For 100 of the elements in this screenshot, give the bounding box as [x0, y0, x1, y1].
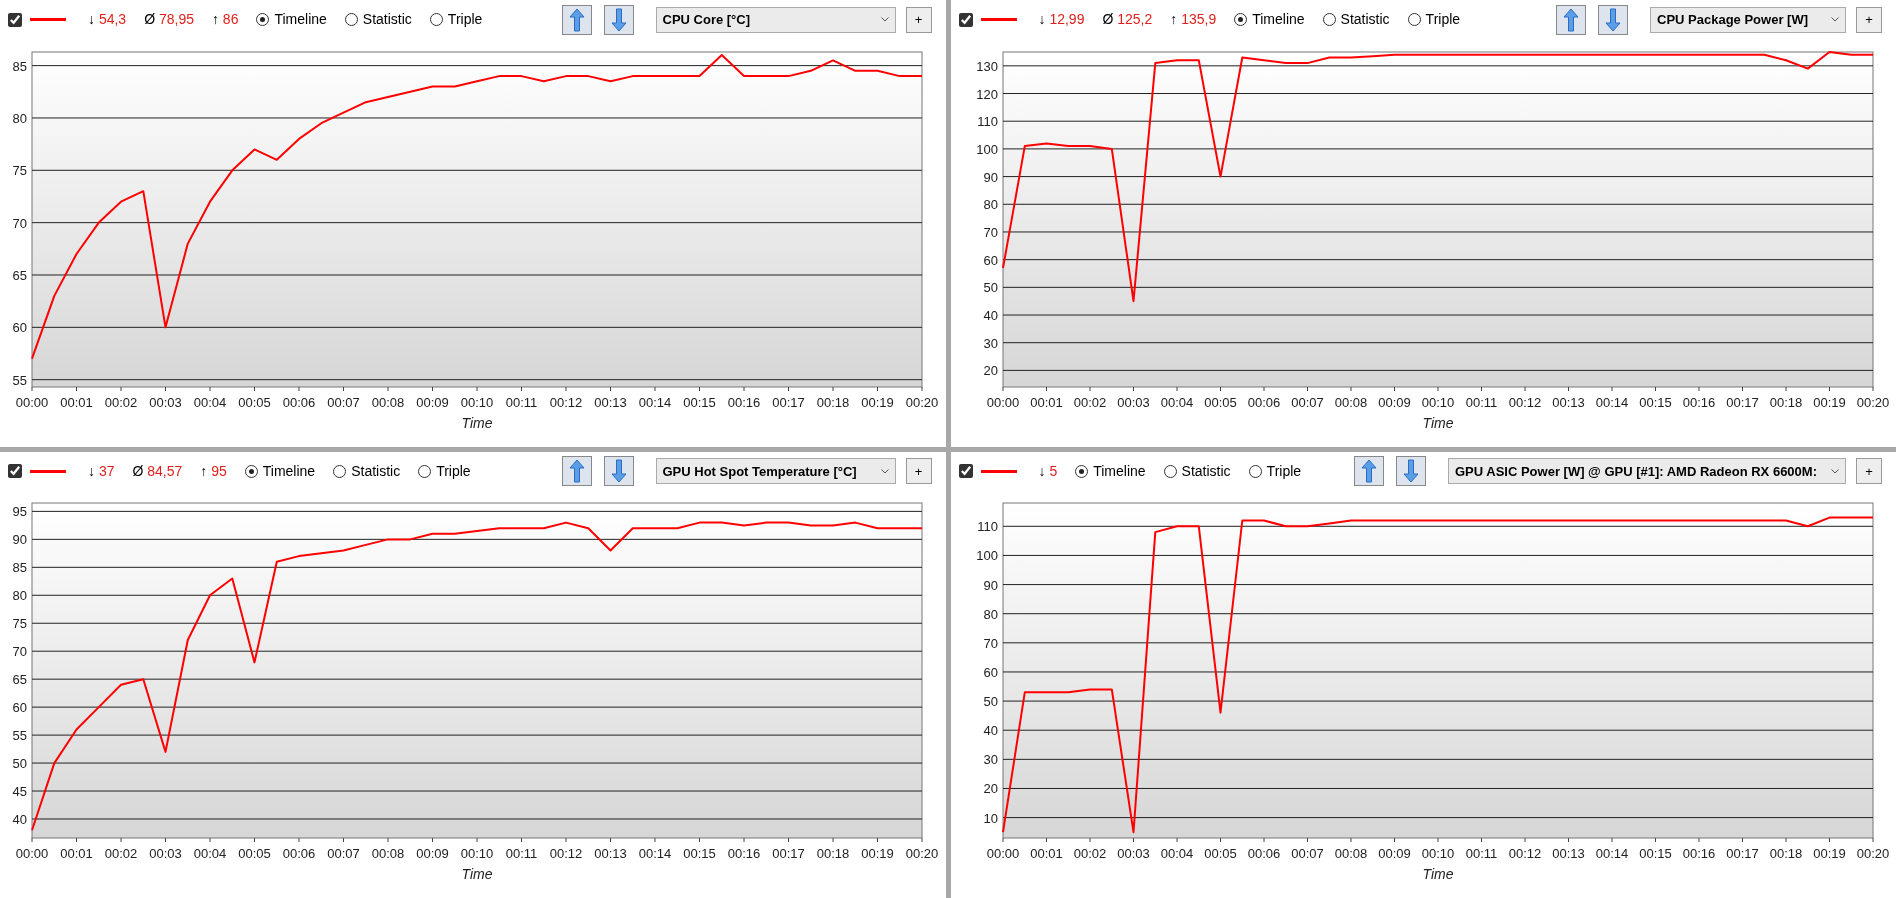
y-tick-label: 65 [12, 672, 27, 688]
radio-button[interactable] [1407, 13, 1421, 27]
radio-label[interactable]: Timeline [274, 9, 327, 31]
radio-button[interactable] [1322, 13, 1336, 27]
x-tick-label: 00:20 [1856, 394, 1889, 410]
add-button[interactable]: + [905, 6, 932, 33]
sensor-dropdown[interactable]: GPU ASIC Power [W] @ GPU [#1]: AMD Radeon RX 6600M: [1447, 458, 1846, 485]
y-tick-label: 80 [12, 588, 27, 604]
x-tick-label: 00:04 [1160, 846, 1193, 862]
x-tick-label: 00:01 [1029, 846, 1063, 862]
x-tick-label: 00:06 [1247, 394, 1280, 410]
radio-label[interactable]: Statistic [1181, 460, 1231, 482]
radio-button[interactable] [1163, 464, 1177, 478]
move-down-button[interactable] [603, 456, 634, 487]
x-tick-label: 00:02 [104, 394, 138, 410]
radio-button[interactable] [1248, 464, 1262, 478]
y-tick-label: 70 [983, 224, 998, 240]
x-tick-label: 00:01 [60, 394, 93, 410]
x-tick-label: 00:00 [15, 846, 49, 862]
radio-button[interactable] [256, 13, 270, 27]
legend-line [980, 469, 1017, 473]
x-tick-label: 00:05 [1203, 846, 1237, 862]
radio-button[interactable] [418, 464, 432, 478]
x-tick-label: 00:15 [683, 394, 716, 410]
radio-button[interactable] [244, 464, 258, 478]
y-tick-label: 60 [12, 700, 27, 716]
radio-button[interactable] [1234, 13, 1248, 27]
x-tick-label: 00:12 [549, 846, 583, 862]
y-tick-label: 50 [983, 280, 998, 296]
caret-icon [880, 468, 889, 474]
down-arrow-icon [610, 459, 627, 484]
legend-line [30, 469, 66, 473]
y-tick-label: 20 [983, 781, 998, 797]
y-tick-label: 100 [975, 141, 998, 157]
radio-button[interactable] [429, 13, 443, 27]
x-tick-label: 00:17 [1725, 846, 1759, 862]
move-up-button[interactable] [1556, 4, 1586, 35]
y-tick-label: 60 [983, 665, 998, 681]
y-tick-label: 45 [12, 784, 27, 800]
x-tick-label: 00:03 [149, 846, 182, 862]
move-up-button[interactable] [1353, 456, 1384, 487]
sensor-dropdown[interactable]: CPU Core [°C] [655, 6, 896, 33]
y-tick-label: 90 [983, 169, 998, 185]
x-tick-label: 00:18 [816, 394, 850, 410]
x-tick-label: 00:14 [638, 846, 672, 862]
move-down-button[interactable] [1598, 4, 1628, 35]
radio-label[interactable]: Statistic [362, 9, 412, 31]
add-button[interactable]: + [905, 458, 932, 485]
radio-label[interactable]: Triple [436, 460, 471, 482]
x-tick-label: 00:05 [238, 846, 271, 862]
y-tick-label: 70 [12, 215, 27, 231]
move-up-button[interactable] [561, 456, 592, 487]
radio-label[interactable]: Statistic [1340, 9, 1390, 31]
y-tick-label: 95 [12, 504, 27, 520]
y-tick-label: 60 [12, 320, 27, 336]
radio-label[interactable]: Timeline [1252, 9, 1305, 31]
x-tick-label: 00:07 [1290, 394, 1324, 410]
move-down-button[interactable] [603, 4, 634, 35]
x-tick-label: 00:17 [772, 846, 805, 862]
y-tick-label: 70 [12, 644, 27, 660]
x-tick-label: 00:00 [986, 394, 1019, 410]
sensor-dropdown[interactable]: CPU Package Power [W] [1650, 6, 1846, 33]
x-tick-label: 00:09 [416, 394, 449, 410]
y-tick-label: 110 [976, 519, 998, 535]
stat-value: Ø 125,2 [1102, 10, 1153, 30]
sensor-dropdown[interactable]: GPU Hot Spot Temperature [°C] [655, 458, 896, 485]
move-up-button[interactable] [561, 4, 592, 35]
radio-button[interactable] [344, 13, 358, 27]
enable-checkbox[interactable] [8, 464, 22, 479]
radio-button[interactable] [333, 464, 347, 478]
radio-label[interactable]: Triple [447, 9, 483, 31]
radio-label[interactable]: Timeline [262, 460, 316, 482]
x-tick-label: 00:13 [594, 394, 627, 410]
caret-icon [1831, 17, 1839, 23]
radio-label[interactable]: Triple [1266, 460, 1302, 482]
caret-icon [1831, 468, 1839, 474]
enable-checkbox[interactable] [8, 12, 22, 27]
radio-label[interactable]: Statistic [351, 460, 401, 482]
x-tick-label: 00:14 [1595, 846, 1628, 862]
enable-checkbox[interactable] [958, 464, 973, 479]
x-tick-label: 00:11 [505, 846, 538, 862]
up-arrow-icon [1360, 459, 1377, 484]
y-tick-label: 85 [12, 560, 27, 576]
x-tick-label: 00:08 [1334, 394, 1367, 410]
x-tick-label: 00:06 [1247, 846, 1280, 862]
radio-label[interactable]: Timeline [1093, 460, 1146, 482]
down-arrow-icon [1605, 7, 1621, 32]
add-button[interactable]: + [1856, 6, 1882, 33]
stat-value: ↑ 135,9 [1170, 10, 1217, 30]
radio-label[interactable]: Triple [1425, 9, 1461, 31]
x-tick-label: 00:19 [1812, 394, 1846, 410]
add-button[interactable]: + [1856, 458, 1882, 485]
x-tick-label: 00:14 [638, 394, 672, 410]
x-tick-label: 00:15 [1638, 394, 1672, 410]
radio-button[interactable] [1075, 464, 1089, 478]
x-tick-label: 00:03 [1116, 846, 1150, 862]
x-tick-label: 00:19 [861, 394, 894, 410]
enable-checkbox[interactable] [958, 12, 973, 27]
move-down-button[interactable] [1395, 456, 1426, 487]
x-tick-label: 00:10 [1421, 846, 1454, 862]
